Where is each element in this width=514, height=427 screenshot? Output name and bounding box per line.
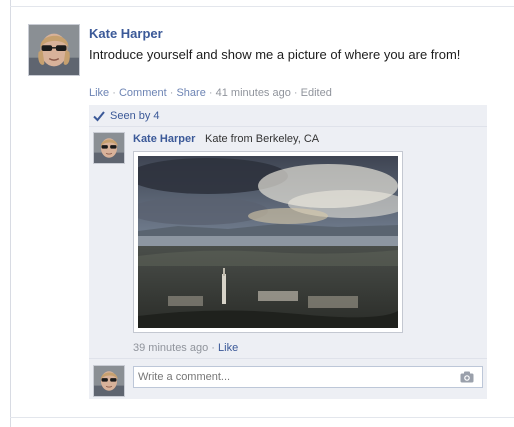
avatar-image bbox=[94, 133, 124, 163]
top-divider bbox=[10, 6, 514, 7]
comment-like-link[interactable]: Like bbox=[218, 342, 238, 354]
separator: · bbox=[293, 87, 298, 99]
feedback-box: Seen by 4 Kate Harper Kate from Berkeley… bbox=[89, 105, 487, 399]
separator: · bbox=[169, 87, 174, 99]
bottom-divider bbox=[10, 417, 514, 418]
separator: · bbox=[208, 87, 213, 99]
like-link[interactable]: Like bbox=[89, 87, 109, 99]
comment-author-avatar[interactable] bbox=[93, 132, 125, 164]
post-author-avatar[interactable] bbox=[28, 24, 80, 76]
post-text: Introduce yourself and show me a picture… bbox=[89, 47, 461, 62]
comment-author-name[interactable]: Kate Harper bbox=[133, 133, 195, 145]
comment-composer bbox=[89, 358, 487, 399]
avatar-image bbox=[94, 366, 124, 396]
separator: · bbox=[112, 87, 116, 99]
separator: · bbox=[211, 342, 215, 354]
avatar-image bbox=[29, 25, 79, 75]
seen-by-row: Seen by 4 bbox=[89, 105, 487, 127]
post-timestamp[interactable]: 41 minutes ago bbox=[216, 87, 291, 99]
composer-avatar bbox=[93, 365, 125, 397]
post-actions: Like · Comment · Share · 41 minutes ago … bbox=[89, 87, 332, 99]
comment-text: Kate from Berkeley, CA bbox=[205, 133, 320, 145]
seen-by-link[interactable]: Seen by 4 bbox=[110, 110, 160, 122]
camera-icon[interactable] bbox=[460, 371, 474, 383]
post-author-name[interactable]: Kate Harper bbox=[89, 26, 163, 41]
seen-check-icon bbox=[93, 111, 105, 122]
share-link[interactable]: Share bbox=[176, 87, 205, 99]
edited-label[interactable]: Edited bbox=[301, 87, 332, 99]
left-divider bbox=[10, 0, 11, 427]
write-comment-input[interactable] bbox=[133, 366, 483, 388]
comment-meta: 39 minutes ago · Like bbox=[133, 342, 238, 354]
comment-photo[interactable] bbox=[133, 151, 403, 333]
comment-link[interactable]: Comment bbox=[119, 87, 167, 99]
berkeley-photo bbox=[138, 156, 398, 328]
comment-timestamp[interactable]: 39 minutes ago bbox=[133, 342, 208, 354]
